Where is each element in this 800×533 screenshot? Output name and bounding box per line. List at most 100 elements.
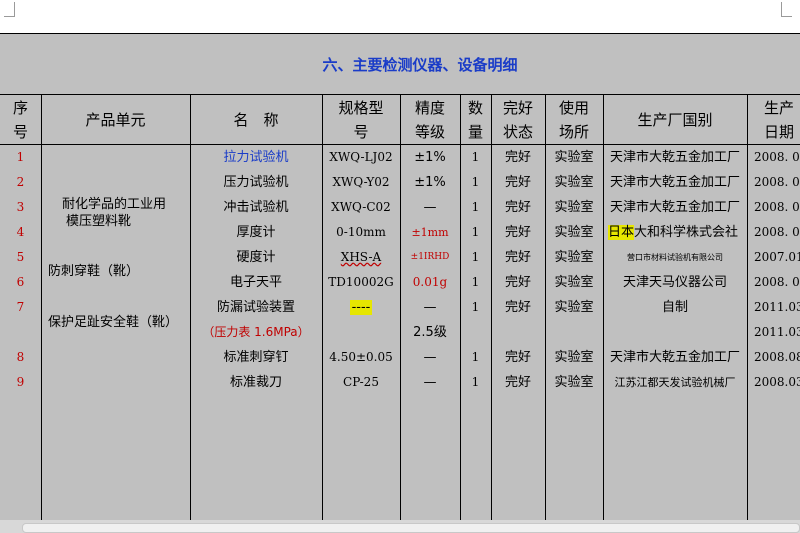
row5-model: XHS-A bbox=[340, 250, 382, 264]
row5-place: 实验室 bbox=[554, 250, 594, 265]
row7-date: 2011.03 bbox=[754, 300, 800, 314]
row1-place: 实验室 bbox=[554, 150, 594, 165]
row9-name: 标准裁刀 bbox=[229, 375, 282, 390]
row9-precision: — bbox=[423, 375, 437, 390]
row4-precision: ±1mm bbox=[411, 226, 449, 239]
row1-maker: 天津市大乾五金加工厂 bbox=[609, 150, 740, 165]
horizontal-scrollbar-thumb[interactable] bbox=[22, 523, 800, 533]
unit-chemical-boots: 耐化学品的工业用 模压塑料靴 bbox=[62, 197, 167, 229]
row3-qty: 1 bbox=[471, 200, 480, 214]
row9-date: 2008.03 bbox=[754, 375, 800, 389]
row8-precision: — bbox=[423, 350, 437, 365]
row9-maker: 江苏江都天发试验机械厂 bbox=[614, 376, 736, 389]
row8-seq: 8 bbox=[16, 350, 25, 364]
row8-place: 实验室 bbox=[554, 350, 594, 365]
table-title-row: 六、主要检测仪器、设备明细 bbox=[0, 34, 800, 95]
row7-place: 实验室 bbox=[554, 300, 594, 315]
header-date: 生产 日期 bbox=[764, 99, 795, 141]
row3-maker: 天津市大乾五金加工厂 bbox=[609, 200, 740, 215]
row2-date: 2008. 0 bbox=[754, 175, 800, 189]
row8-name: 标准刺穿钉 bbox=[223, 350, 289, 365]
table-title: 六、主要检测仪器、设备明细 bbox=[322, 55, 518, 74]
row6-maker: 天津天马仪器公司 bbox=[622, 275, 727, 290]
row1-status: 完好 bbox=[504, 150, 531, 165]
crop-mark-right bbox=[781, 2, 792, 17]
unit-puncture-shoes: 防刺穿鞋（靴） bbox=[48, 264, 140, 279]
row8-model: 4.50±0.05 bbox=[329, 350, 393, 364]
crop-mark-left bbox=[4, 2, 15, 17]
row6-seq: 6 bbox=[16, 275, 25, 289]
row9-status: 完好 bbox=[504, 375, 531, 390]
row2-place: 实验室 bbox=[554, 175, 594, 190]
unit-toe-safety-shoes: 保护足趾安全鞋（靴） bbox=[48, 315, 179, 330]
row4-date: 2008. 03 bbox=[754, 225, 800, 239]
row6-qty: 1 bbox=[471, 275, 480, 289]
row5-qty: 1 bbox=[471, 250, 480, 264]
row3-date: 2008. 0 bbox=[754, 200, 800, 214]
row9-seq: 9 bbox=[16, 375, 25, 389]
row8-status: 完好 bbox=[504, 350, 531, 365]
equipment-table: 六、主要检测仪器、设备明细 序号 产品单元 名 称 规格型号 精度 等级 数量 完… bbox=[0, 33, 800, 521]
row7b-name: （压力表 1.6MPa） bbox=[202, 325, 310, 339]
row3-seq: 3 bbox=[16, 200, 25, 214]
row6-date: 2008. 03 bbox=[754, 275, 800, 289]
row2-qty: 1 bbox=[471, 175, 480, 189]
row2-maker: 天津市大乾五金加工厂 bbox=[609, 175, 740, 190]
row4-place: 实验室 bbox=[554, 225, 594, 240]
row7-model: ---- bbox=[349, 300, 373, 315]
row1-seq: 1 bbox=[16, 150, 25, 164]
row9-place: 实验室 bbox=[554, 375, 594, 390]
header-name: 名 称 bbox=[233, 111, 279, 129]
row4-model: 0-10mm bbox=[336, 225, 386, 239]
row9-qty: 1 bbox=[471, 375, 480, 389]
row4-maker-highlight: 日本 bbox=[608, 225, 635, 240]
row2-seq: 2 bbox=[16, 175, 25, 189]
row7-name: 防漏试验装置 bbox=[216, 300, 295, 315]
row2-precision: ±1% bbox=[414, 175, 446, 190]
row3-place: 实验室 bbox=[554, 200, 594, 215]
row7-seq: 7 bbox=[16, 300, 25, 314]
page-top-margin bbox=[0, 0, 800, 33]
header-maker: 生产厂国别 bbox=[637, 111, 713, 129]
row7-qty: 1 bbox=[471, 300, 480, 314]
row8-qty: 1 bbox=[471, 350, 480, 364]
row7-precision: — bbox=[423, 300, 437, 315]
row3-status: 完好 bbox=[504, 200, 531, 215]
row7b-precision: 2.5级 bbox=[413, 325, 447, 340]
row4-qty: 1 bbox=[471, 225, 480, 239]
row1-model: XWQ-LJ02 bbox=[329, 150, 393, 164]
row4-maker: 日本大和科学株式会社 bbox=[608, 225, 739, 240]
row6-place: 实验室 bbox=[554, 275, 594, 290]
row2-status: 完好 bbox=[504, 175, 531, 190]
row5-status: 完好 bbox=[504, 250, 531, 265]
header-status: 完好 状态 bbox=[502, 99, 533, 141]
horizontal-scrollbar-track[interactable] bbox=[0, 520, 800, 533]
row8-maker: 天津市大乾五金加工厂 bbox=[609, 350, 740, 365]
row2-name: 压力试验机 bbox=[223, 175, 289, 190]
header-model: 规格型号 bbox=[338, 99, 384, 141]
header-place: 使用 场所 bbox=[558, 99, 589, 141]
row6-model: TD10002G bbox=[328, 275, 394, 289]
row6-name: 电子天平 bbox=[229, 275, 282, 290]
row4-seq: 4 bbox=[16, 225, 25, 239]
row5-name: 硬度计 bbox=[236, 250, 276, 265]
header-precision: 精度 等级 bbox=[414, 99, 445, 141]
header-seq: 序号 bbox=[12, 99, 28, 141]
row1-qty: 1 bbox=[471, 150, 480, 164]
row4-name: 厚度计 bbox=[236, 225, 276, 240]
header-product-unit: 产品单元 bbox=[85, 111, 146, 129]
row3-precision: — bbox=[423, 200, 437, 215]
row2-model: XWQ-Y02 bbox=[332, 175, 390, 189]
row5-date: 2007.01 bbox=[754, 250, 800, 264]
row1-name: 拉力试验机 bbox=[223, 150, 289, 165]
row3-model: XWQ-C02 bbox=[331, 200, 391, 214]
row7-maker: 自制 bbox=[661, 300, 688, 315]
row9-model: CP-25 bbox=[343, 375, 379, 389]
row3-name: 冲击试验机 bbox=[223, 200, 289, 215]
row7-status: 完好 bbox=[504, 300, 531, 315]
header-qty: 数量 bbox=[467, 99, 483, 141]
row4-status: 完好 bbox=[504, 225, 531, 240]
row1-precision: ±1% bbox=[414, 150, 446, 165]
row7b-date: 2011.03 bbox=[754, 325, 800, 339]
row8-date: 2008.08 bbox=[754, 350, 800, 364]
